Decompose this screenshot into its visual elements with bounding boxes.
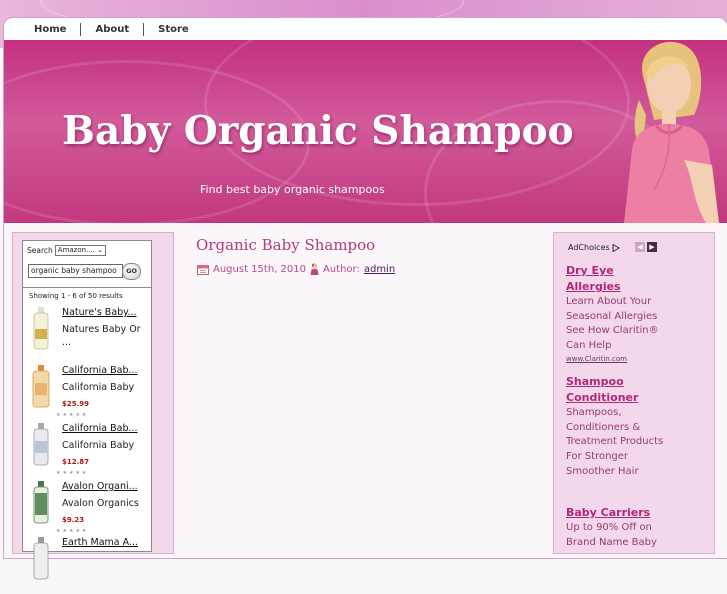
product-price: $12.87 [62, 458, 90, 466]
author-icon [310, 263, 319, 275]
product-title[interactable]: California Bab... [62, 365, 144, 376]
product-brand: California Baby [62, 382, 135, 393]
ad-body: Up to 90% Off on Brand Name Baby [566, 522, 657, 548]
adchoices-icon [612, 243, 620, 252]
product-title[interactable]: California Bab... [62, 423, 144, 434]
top-nav: Home About Store [4, 18, 727, 40]
ad-title[interactable]: Baby Carriers [566, 505, 666, 521]
product-bottle-icon [33, 481, 49, 524]
product-price: $25.99 [62, 400, 90, 408]
product-title[interactable]: Avalon Organi... [62, 481, 144, 492]
ad-prev-arrow-icon[interactable]: ◀ [635, 242, 645, 252]
nav-about[interactable]: About [81, 24, 143, 35]
model-photo [624, 41, 719, 223]
go-button[interactable]: GO [122, 263, 141, 280]
product-title[interactable]: Earth Mama A... [62, 537, 144, 548]
site-title[interactable]: Baby Organic Shampoo [62, 108, 574, 154]
product-bottle-icon [32, 365, 50, 408]
product-brand: Natures Baby Or [62, 324, 141, 335]
author-label: Author: [322, 263, 360, 275]
ad-body: Shampoos, Conditioners & Treatment Produ… [566, 407, 664, 477]
ad-url[interactable]: www.Claritin.com [566, 355, 666, 363]
product-brand: Avalon Organics [62, 498, 139, 509]
product-item[interactable]: Avalon Organi... Avalon Organics $9.23 ★… [23, 481, 151, 538]
rating-stars-icon: ★★★★★ [56, 470, 89, 476]
author-link[interactable]: admin [364, 264, 395, 275]
rating-stars-icon: ★★★★★ [56, 528, 89, 534]
ad-unit[interactable]: Dry Eye Allergies Learn About Your Seaso… [566, 263, 666, 363]
post-date: August 15th, 2010 [213, 263, 306, 275]
results-count: Showing 1 - 6 of 50 results [29, 292, 123, 300]
adchoices-label[interactable]: AdChoices [568, 243, 620, 252]
ad-title[interactable]: Shampoo Conditioner [566, 374, 666, 406]
product-price: $9.23 [62, 516, 85, 524]
product-brand: California Baby [62, 440, 135, 451]
chevron-down-icon: ⌄ [97, 246, 104, 254]
ad-unit[interactable]: Shampoo Conditioner Shampoos, Conditione… [566, 374, 666, 480]
product-bottle-icon [33, 423, 49, 466]
amazon-widget: Search Amazon.... ⌄ organic baby shampoo… [22, 240, 152, 580]
search-input[interactable]: organic baby shampoo [28, 264, 123, 278]
search-category-select[interactable]: Amazon.... ⌄ [54, 245, 107, 256]
product-bottle-icon [33, 307, 49, 350]
product-item[interactable]: California Bab... California Baby $12.87… [23, 423, 151, 480]
ad-nav: ◀ ▶ [635, 242, 657, 252]
widget-divider [23, 287, 151, 288]
product-item[interactable]: California Bab... California Baby $25.99… [23, 365, 151, 422]
product-title[interactable]: Nature's Baby... [62, 307, 144, 318]
right-sidebar: AdChoices ◀ ▶ Dry Eye Allergies Learn Ab… [553, 232, 715, 554]
product-item[interactable]: Nature's Baby... Natures Baby Or ... [23, 307, 151, 364]
ad-body: Learn About Your Seasonal Allergies See … [566, 296, 659, 352]
ad-unit[interactable]: Baby Carriers Up to 90% Off on Brand Nam… [566, 505, 666, 550]
widget-search-row: Search Amazon.... ⌄ [27, 245, 107, 256]
ad-next-arrow-icon[interactable]: ▶ [647, 242, 657, 252]
site-tagline: Find best baby organic shampoos [200, 183, 385, 196]
calendar-icon [197, 264, 209, 275]
post-title[interactable]: Organic Baby Shampoo [196, 236, 375, 254]
header-banner: Baby Organic Shampoo Find best baby orga… [4, 40, 727, 223]
nav-store[interactable]: Store [144, 24, 203, 35]
search-label: Search [27, 246, 53, 255]
product-brand-more: ... [62, 337, 72, 348]
post-meta: August 15th, 2010 Author: admin [197, 263, 395, 275]
rating-stars-icon: ★★★★★ [56, 412, 89, 418]
product-bottle-icon [33, 537, 49, 580]
left-sidebar: Search Amazon.... ⌄ organic baby shampoo… [12, 232, 174, 580]
nav-home[interactable]: Home [4, 24, 80, 35]
product-item[interactable]: Earth Mama A... [23, 537, 151, 594]
ad-title[interactable]: Dry Eye Allergies [566, 263, 666, 295]
